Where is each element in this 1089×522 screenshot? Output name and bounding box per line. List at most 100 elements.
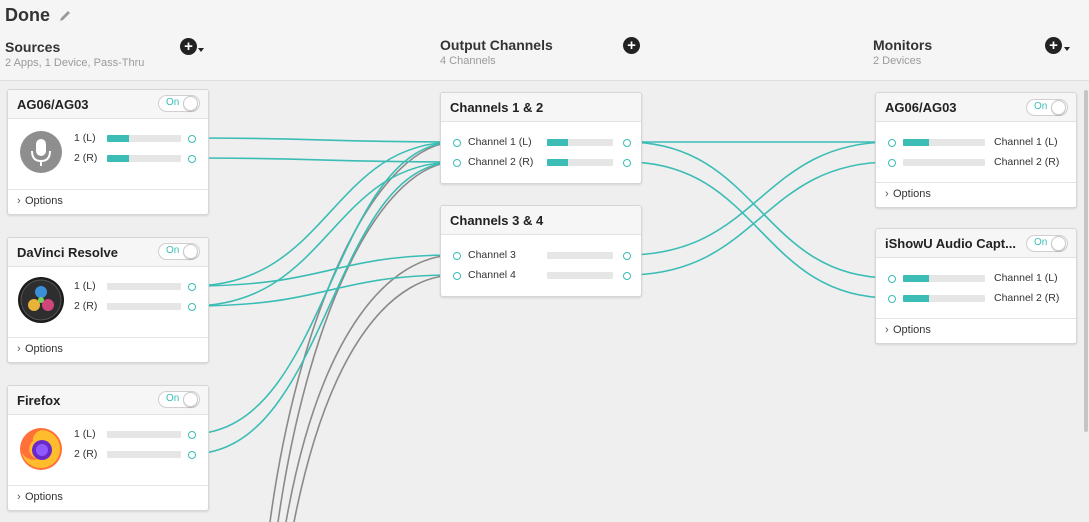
vertical-scrollbar[interactable] bbox=[1084, 90, 1088, 432]
source-name: DaVinci Resolve bbox=[17, 245, 118, 260]
source-name: AG06/AG03 bbox=[17, 97, 89, 112]
level-meter bbox=[547, 272, 613, 279]
chevron-down-icon bbox=[198, 48, 204, 52]
page-title: Done bbox=[5, 5, 50, 25]
wire-firefox-2-ch2 bbox=[190, 161, 457, 455]
options-label: Options bbox=[893, 324, 931, 336]
monitor-name: AG06/AG03 bbox=[885, 100, 957, 115]
output-port[interactable] bbox=[188, 283, 196, 291]
channel-label: Channel 2 (R) bbox=[994, 292, 1060, 304]
monitors-title: Monitors bbox=[873, 37, 933, 53]
source-toggle[interactable]: On bbox=[158, 95, 200, 112]
wire-firefox-1-ch1 bbox=[190, 141, 457, 435]
chevron-right-icon: › bbox=[17, 343, 21, 355]
toggle-label: On bbox=[166, 245, 180, 256]
output-name: Channels 1 & 2 bbox=[450, 100, 544, 115]
level-meter bbox=[903, 275, 985, 282]
wire-ch1-mon2-1 bbox=[625, 141, 892, 279]
input-port[interactable] bbox=[453, 272, 461, 280]
output-port[interactable] bbox=[188, 303, 196, 311]
davinci-resolve-icon bbox=[18, 277, 64, 323]
pencil-icon[interactable] bbox=[58, 9, 72, 23]
output-port[interactable] bbox=[188, 431, 196, 439]
input-port[interactable] bbox=[888, 139, 896, 147]
toggle-knob bbox=[183, 392, 198, 407]
source-toggle[interactable]: On bbox=[158, 391, 200, 408]
options-toggle[interactable]: › Options bbox=[8, 485, 208, 510]
output-port[interactable] bbox=[188, 451, 196, 459]
card-header: iShowU Audio Capt... On bbox=[876, 229, 1076, 258]
source-toggle[interactable]: On bbox=[158, 243, 200, 260]
input-port[interactable] bbox=[888, 159, 896, 167]
options-label: Options bbox=[25, 343, 63, 355]
output-port[interactable] bbox=[188, 135, 196, 143]
chevron-right-icon: › bbox=[885, 324, 889, 336]
microphone-icon bbox=[20, 131, 62, 173]
level-meter bbox=[903, 139, 985, 146]
input-port[interactable] bbox=[453, 139, 461, 147]
source-card-davinci: DaVinci Resolve On 1 (L) 2 (R) › Options bbox=[7, 237, 209, 363]
channel-label: 1 (L) bbox=[74, 280, 96, 292]
options-toggle[interactable]: › Options bbox=[876, 182, 1076, 207]
toggle-knob bbox=[183, 96, 198, 111]
options-label: Options bbox=[25, 491, 63, 503]
options-toggle[interactable]: › Options bbox=[8, 337, 208, 362]
input-port[interactable] bbox=[453, 159, 461, 167]
firefox-icon bbox=[20, 428, 62, 470]
options-toggle[interactable]: › Options bbox=[876, 318, 1076, 343]
channel-label: 2 (R) bbox=[74, 448, 98, 460]
level-meter bbox=[107, 135, 181, 142]
output-port[interactable] bbox=[188, 155, 196, 163]
card-header: AG06/AG03 On bbox=[8, 90, 208, 119]
input-port[interactable] bbox=[888, 275, 896, 283]
options-label: Options bbox=[25, 195, 63, 207]
sources-subtitle: 2 Apps, 1 Device, Pass-Thru bbox=[5, 57, 145, 69]
level-meter bbox=[107, 451, 181, 458]
add-output-button[interactable]: + bbox=[623, 37, 640, 54]
channel-label: Channel 4 bbox=[468, 269, 516, 281]
wire-ag06-2-ch2 bbox=[190, 157, 457, 163]
output-channels-subtitle: 4 Channels bbox=[440, 55, 496, 67]
level-meter bbox=[547, 159, 613, 166]
card-header: DaVinci Resolve On bbox=[8, 238, 208, 267]
card-header: Channels 1 & 2 bbox=[441, 93, 641, 122]
wire-offscreen-2 bbox=[277, 161, 457, 522]
output-port[interactable] bbox=[623, 139, 631, 147]
add-monitor-button[interactable]: + bbox=[1045, 37, 1062, 54]
channel-label: Channel 1 (L) bbox=[994, 136, 1058, 148]
wire-ch2-mon2-2 bbox=[625, 161, 892, 299]
input-port[interactable] bbox=[888, 295, 896, 303]
channel-label: 2 (R) bbox=[74, 152, 98, 164]
monitor-toggle[interactable]: On bbox=[1026, 99, 1068, 116]
chevron-down-icon bbox=[1064, 47, 1070, 51]
source-card-ag06: AG06/AG03 On 1 (L) 2 (R) › Options bbox=[7, 89, 209, 215]
options-label: Options bbox=[893, 188, 931, 200]
wire-ag06-1-ch1 bbox=[190, 137, 457, 143]
output-channels-title: Output Channels bbox=[440, 37, 553, 53]
toggle-label: On bbox=[166, 97, 180, 108]
channel-label: Channel 1 (L) bbox=[468, 136, 532, 148]
level-meter bbox=[107, 431, 181, 438]
level-meter bbox=[107, 155, 181, 162]
channel-label: Channel 2 (R) bbox=[994, 156, 1060, 168]
monitor-card-ishowu: iShowU Audio Capt... On Channel 1 (L) Ch… bbox=[875, 228, 1077, 344]
output-card-3-4: Channels 3 & 4 Channel 3 Channel 4 bbox=[440, 205, 642, 297]
card-header: AG06/AG03 On bbox=[876, 93, 1076, 122]
output-card-1-2: Channels 1 & 2 Channel 1 (L) Channel 2 (… bbox=[440, 92, 642, 184]
chevron-right-icon: › bbox=[885, 188, 889, 200]
channel-label: Channel 3 bbox=[468, 249, 516, 261]
output-port[interactable] bbox=[623, 272, 631, 280]
output-port[interactable] bbox=[623, 159, 631, 167]
level-meter bbox=[547, 252, 613, 259]
sources-title: Sources bbox=[5, 39, 61, 55]
toggle-knob bbox=[183, 244, 198, 259]
output-name: Channels 3 & 4 bbox=[450, 213, 544, 228]
add-source-button[interactable]: + bbox=[180, 38, 197, 55]
output-port[interactable] bbox=[623, 252, 631, 260]
input-port[interactable] bbox=[453, 252, 461, 260]
channel-label: Channel 1 (L) bbox=[994, 272, 1058, 284]
monitors-subtitle: 2 Devices bbox=[873, 55, 922, 67]
options-toggle[interactable]: › Options bbox=[8, 189, 208, 214]
level-meter bbox=[903, 159, 985, 166]
monitor-toggle[interactable]: On bbox=[1026, 235, 1068, 252]
